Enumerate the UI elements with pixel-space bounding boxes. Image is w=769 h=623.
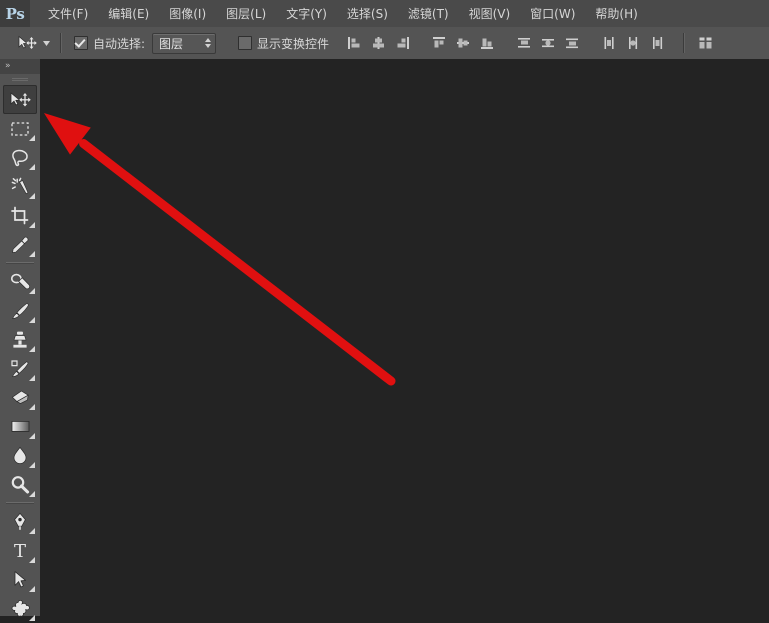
tool-flyout-triangle-icon[interactable] (29, 251, 35, 257)
align-edges-group-2 (427, 32, 499, 54)
distribute-group-1 (512, 32, 584, 54)
menu-select[interactable]: 选择(S) (338, 1, 397, 26)
photoshop-window: Ps 文件(F) 编辑(E) 图像(I) 图层(L) 文字(Y) 选择(S) 滤镜(T) 视图… (0, 0, 769, 621)
menu-bar: Ps 文件(F) 编辑(E) 图像(I) 图层(L) 文字(Y) 选择(S) 滤镜(T) 视图… (0, 0, 769, 28)
menu-file[interactable]: 文件(F) (39, 1, 97, 26)
crop-tool[interactable] (3, 201, 37, 230)
tool-flyout-triangle-icon[interactable] (29, 557, 35, 563)
tool-flyout-triangle-icon[interactable] (29, 135, 35, 141)
tool-list: T (0, 85, 40, 623)
menu-help[interactable]: 帮助(H) (586, 1, 646, 26)
menu-type[interactable]: 文字(Y) (277, 1, 336, 26)
double-chevron-right-icon: » (5, 61, 10, 71)
tools-panel-drag-handle[interactable] (0, 74, 40, 85)
options-separator-2 (683, 33, 686, 53)
tool-flyout-triangle-icon[interactable] (29, 346, 35, 352)
tool-flyout-triangle-icon[interactable] (29, 222, 35, 228)
menu-filter[interactable]: 滤镜(T) (399, 1, 458, 26)
menu-layer[interactable]: 图层(L) (217, 1, 275, 26)
tool-flyout-triangle-icon[interactable] (29, 404, 35, 410)
align-edges-group-1 (342, 32, 414, 54)
move-tool[interactable] (3, 85, 37, 114)
align-horizontal-centers-icon[interactable] (367, 32, 389, 54)
dodge-tool[interactable] (3, 470, 37, 499)
dropdown-stepper-icon[interactable] (205, 38, 212, 48)
path-selection-tool[interactable] (3, 565, 37, 594)
options-bar: 自动选择: 图层 显示变换控件 (0, 27, 769, 60)
distribute-bottom-edges-icon[interactable] (561, 32, 583, 54)
tool-flyout-triangle-icon[interactable] (29, 462, 35, 468)
align-right-edges-icon[interactable] (391, 32, 413, 54)
magic-wand-tool[interactable] (3, 172, 37, 201)
menu-image[interactable]: 图像(I) (160, 1, 215, 26)
menu-edit[interactable]: 编辑(E) (99, 1, 158, 26)
auto-select-checkbox[interactable]: 自动选择: (74, 35, 145, 52)
lasso-tool[interactable] (3, 143, 37, 172)
horizontal-type-tool[interactable]: T (3, 536, 37, 565)
menu-view[interactable]: 视图(V) (460, 1, 520, 26)
tool-flyout-triangle-icon[interactable] (29, 164, 35, 170)
align-vertical-centers-icon[interactable] (452, 32, 474, 54)
auto-select-label: 自动选择: (93, 36, 146, 51)
tool-group-divider (6, 262, 34, 264)
spot-healing-brush-tool[interactable] (3, 267, 37, 296)
show-transform-controls-checkbox[interactable]: 显示变换控件 (238, 35, 329, 52)
tool-flyout-triangle-icon[interactable] (29, 528, 35, 534)
distribute-left-edges-icon[interactable] (598, 32, 620, 54)
menu-window[interactable]: 窗口(W) (521, 1, 584, 26)
align-left-edges-icon[interactable] (343, 32, 365, 54)
pen-tool[interactable] (3, 507, 37, 536)
tool-flyout-triangle-icon[interactable] (29, 491, 35, 497)
tool-flyout-triangle-icon[interactable] (29, 193, 35, 199)
canvas-area[interactable] (40, 59, 769, 616)
blur-tool[interactable] (3, 441, 37, 470)
tools-panel: » T (0, 59, 41, 621)
move-tool-icon (14, 32, 40, 54)
active-tool-preset-picker[interactable] (14, 32, 52, 54)
auto-select-scope-dropdown[interactable]: 图层 (152, 32, 217, 54)
distribute-horizontal-centers-icon[interactable] (622, 32, 644, 54)
tool-group-divider (6, 502, 34, 504)
distribute-top-edges-icon[interactable] (513, 32, 535, 54)
tools-panel-collapse-button[interactable]: » (0, 59, 40, 74)
chevron-down-icon[interactable] (40, 32, 52, 54)
brush-tool[interactable] (3, 296, 37, 325)
align-bottom-edges-icon[interactable] (476, 32, 498, 54)
options-separator-1 (60, 33, 62, 53)
tool-flyout-triangle-icon[interactable] (29, 375, 35, 381)
svg-text:T: T (14, 541, 26, 560)
custom-shape-tool[interactable] (3, 594, 37, 623)
tool-flyout-triangle-icon[interactable] (29, 317, 35, 323)
distribute-right-edges-icon[interactable] (646, 32, 668, 54)
eyedropper-tool[interactable] (3, 230, 37, 259)
auto-select-check-box-icon[interactable] (74, 36, 88, 50)
eraser-tool[interactable] (3, 383, 37, 412)
distribute-group-2 (597, 32, 669, 54)
clone-stamp-tool[interactable] (3, 325, 37, 354)
distribute-vertical-centers-icon[interactable] (537, 32, 559, 54)
show-transform-check-box-icon[interactable] (238, 36, 253, 50)
arrange-documents-icon[interactable] (694, 32, 716, 54)
align-top-edges-icon[interactable] (428, 32, 450, 54)
tool-flyout-triangle-icon[interactable] (29, 586, 35, 592)
rectangular-marquee-tool[interactable] (3, 114, 37, 143)
history-brush-tool[interactable] (3, 354, 37, 383)
gradient-tool[interactable] (3, 412, 37, 441)
show-transform-controls-label: 显示变换控件 (257, 36, 330, 51)
tool-flyout-triangle-icon[interactable] (29, 433, 35, 439)
photoshop-logo: Ps (0, 0, 30, 27)
auto-select-scope-value: 图层 (159, 36, 184, 51)
tool-flyout-triangle-icon[interactable] (29, 288, 35, 294)
